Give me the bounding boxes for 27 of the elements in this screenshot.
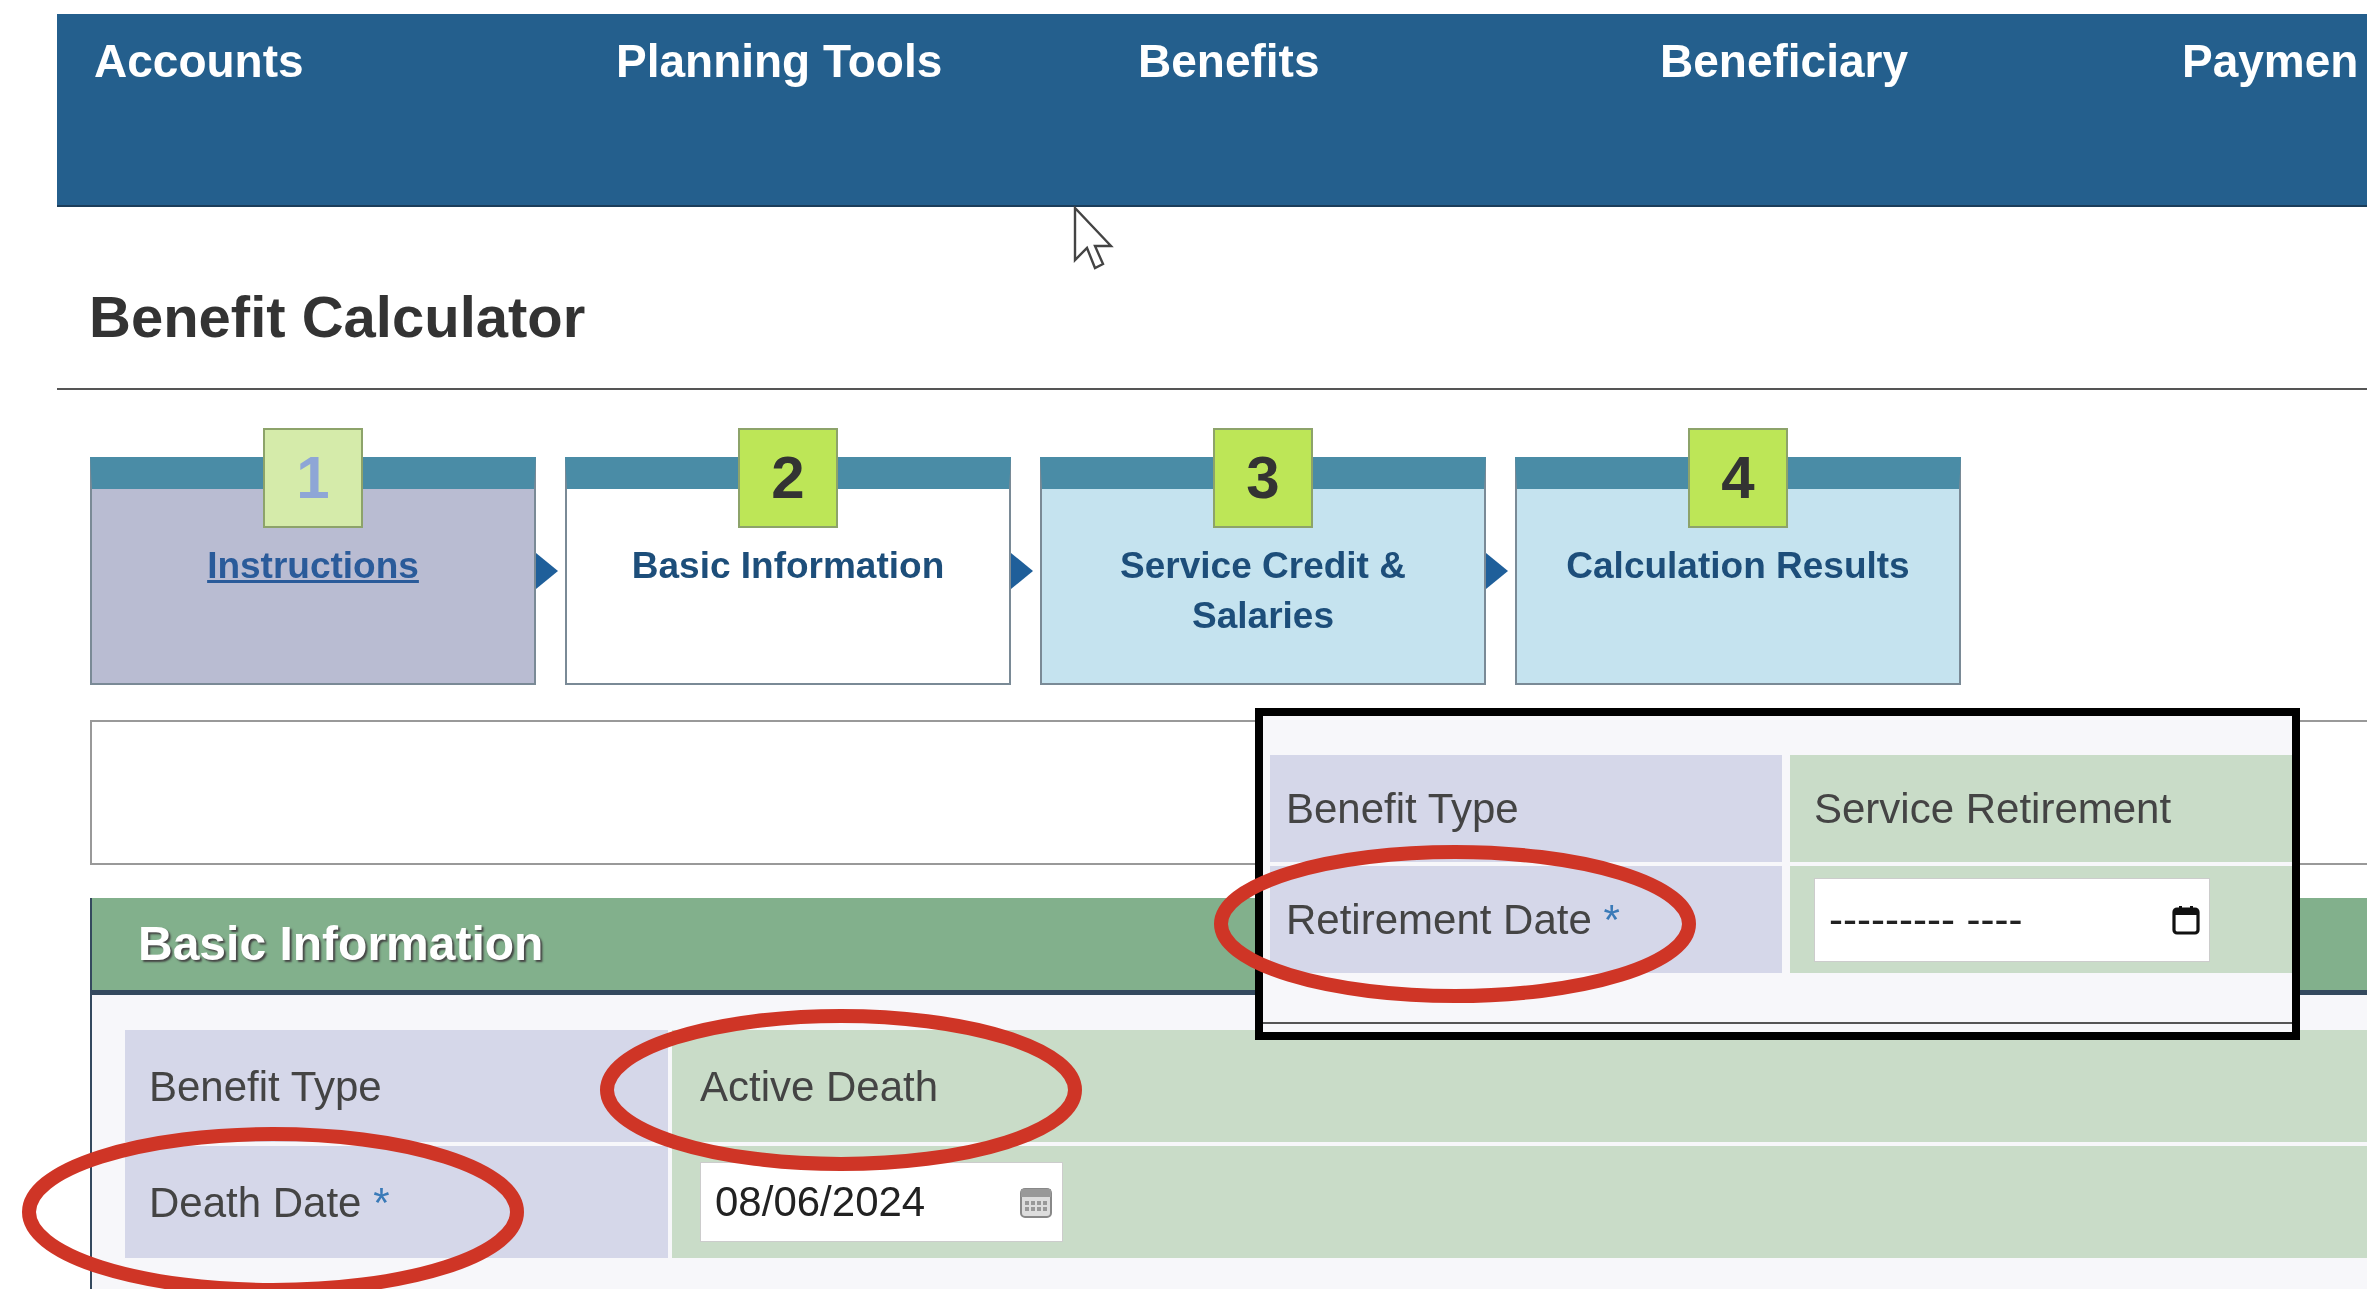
step-label: Service Credit & Salaries <box>1119 544 1407 638</box>
step-number: 3 <box>1213 428 1313 528</box>
step-arrow-icon <box>536 553 558 589</box>
field-label: Benefit Type <box>149 1061 382 1112</box>
step-arrow-icon <box>1011 553 1033 589</box>
step-link[interactable]: Instructions <box>207 541 419 591</box>
field-value: Service Retirement <box>1814 784 2172 834</box>
step-arrow-icon <box>1486 553 1508 589</box>
step-label: Calculation Results <box>1566 544 1910 588</box>
step-number: 4 <box>1688 428 1788 528</box>
date-field[interactable]: 08/06/2024 <box>700 1162 1063 1242</box>
step-number: 2 <box>738 428 838 528</box>
nav-link-item[interactable]: Accounts <box>94 36 616 87</box>
calendar-icon[interactable] <box>2172 904 2200 935</box>
panel-title: Basic Information <box>138 916 544 972</box>
step-number: 1 <box>263 428 363 528</box>
field-value: Active Death <box>700 1061 939 1112</box>
nav-link-item[interactable]: Benefits <box>1138 36 1660 87</box>
step-label: Basic Information <box>631 544 945 588</box>
date-field[interactable]: --------- ---- <box>1814 877 2210 962</box>
nav-link-item[interactable]: Beneficiary <box>1660 36 2182 87</box>
page-title: Benefit Calculator <box>89 283 587 351</box>
nav-link-item[interactable]: Planning Tools <box>616 36 1138 87</box>
field-label: Benefit Type <box>1286 784 1519 834</box>
nav-link-item[interactable]: Paymen <box>2182 36 2367 87</box>
field-label: Retirement Date * <box>1286 895 1620 945</box>
field-label: Death Date * <box>149 1177 390 1228</box>
